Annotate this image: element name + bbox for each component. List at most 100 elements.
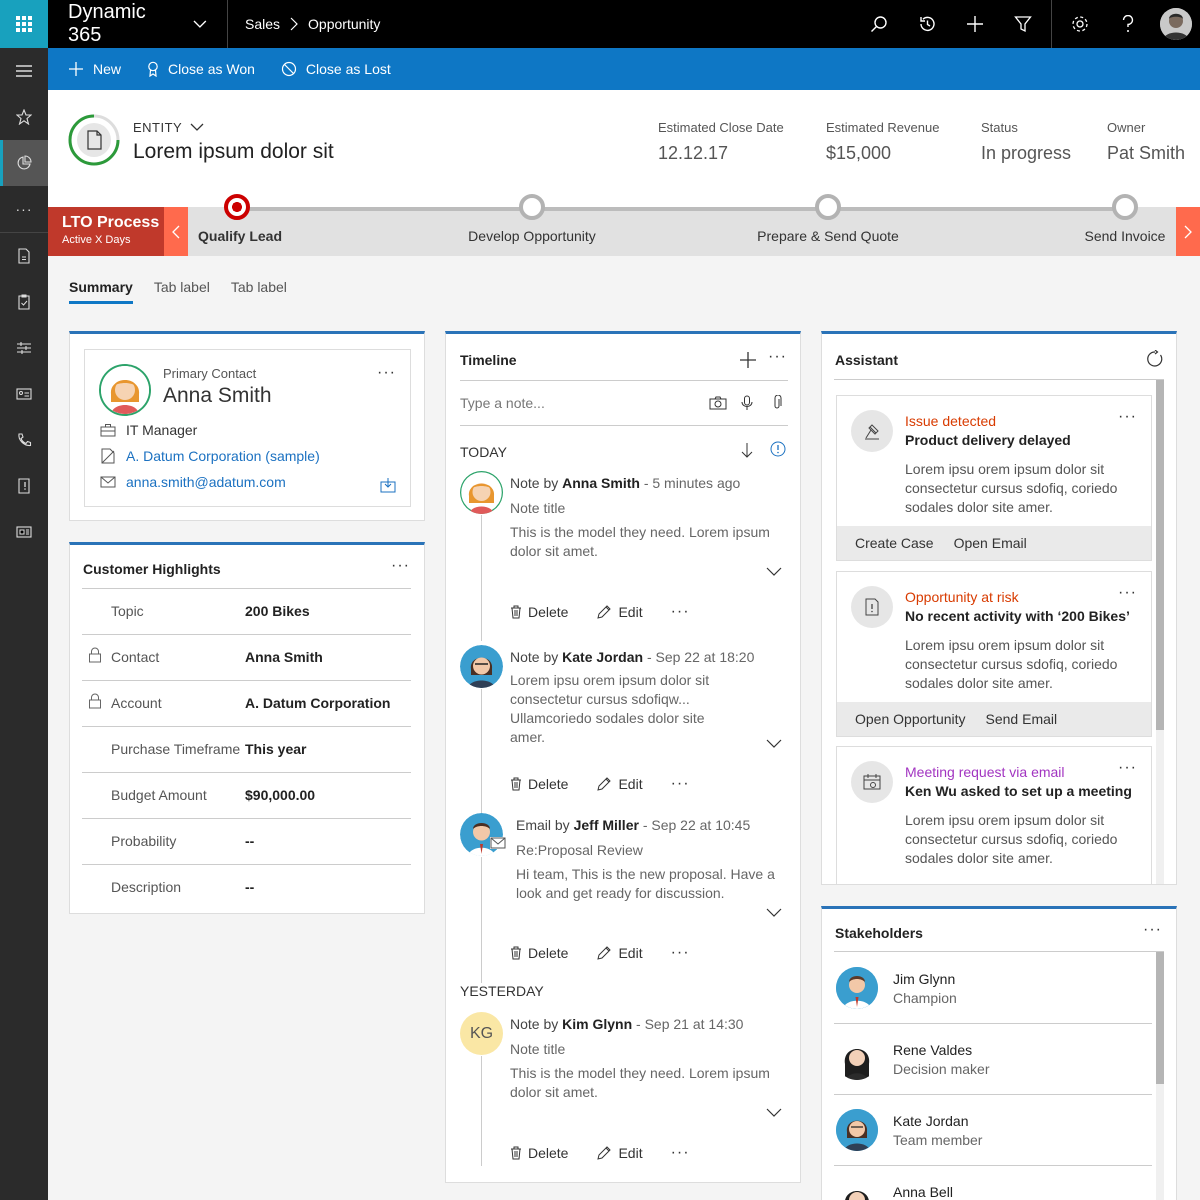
tab-summary[interactable]: Summary bbox=[69, 279, 133, 304]
add-icon[interactable] bbox=[740, 352, 756, 368]
stage-prepare-send-quote[interactable]: Prepare & Send Quote bbox=[748, 194, 908, 244]
process-next-button[interactable] bbox=[1176, 207, 1200, 256]
nav-favorites[interactable] bbox=[0, 94, 48, 140]
stakeholder-row[interactable]: Kate Jordan Team member bbox=[834, 1095, 1152, 1166]
settings-button[interactable] bbox=[1056, 0, 1104, 48]
scrollbar-thumb[interactable] bbox=[1156, 952, 1164, 1084]
more-options-button[interactable]: ··· bbox=[1118, 759, 1137, 777]
insight-action-button[interactable]: Send Email bbox=[986, 711, 1058, 727]
nav-news[interactable] bbox=[0, 509, 48, 555]
entry-author[interactable]: Jeff Miller bbox=[574, 817, 639, 833]
more-options-button[interactable]: ··· bbox=[1143, 921, 1162, 939]
recent-button[interactable] bbox=[903, 0, 951, 48]
entry-author[interactable]: Kim Glynn bbox=[562, 1016, 632, 1032]
nav-menu-button[interactable] bbox=[0, 48, 48, 94]
info-icon[interactable] bbox=[770, 441, 786, 457]
search-button[interactable] bbox=[855, 0, 903, 48]
edit-button[interactable]: Edit bbox=[596, 776, 643, 792]
send-email-icon[interactable] bbox=[380, 477, 396, 493]
tab-label-2[interactable]: Tab label bbox=[231, 279, 287, 304]
tab-label-1[interactable]: Tab label bbox=[154, 279, 210, 304]
nav-more[interactable]: ··· bbox=[0, 186, 48, 232]
entity-type-selector[interactable]: ENTITY bbox=[133, 120, 204, 135]
delete-button[interactable]: Delete bbox=[510, 604, 568, 620]
process-prev-button[interactable] bbox=[164, 207, 188, 256]
more-options-button[interactable]: ··· bbox=[1118, 408, 1137, 426]
close-as-won-button[interactable]: Close as Won bbox=[147, 61, 255, 77]
more-options-button[interactable]: ··· bbox=[671, 603, 690, 621]
highlight-value[interactable]: Anna Smith bbox=[245, 649, 323, 665]
contact-name[interactable]: Anna Smith bbox=[163, 384, 272, 408]
more-options-button[interactable]: ··· bbox=[671, 775, 690, 793]
highlight-value[interactable]: 200 Bikes bbox=[245, 603, 310, 619]
avatar bbox=[836, 967, 878, 1009]
insight-action-button[interactable]: Create Case bbox=[855, 535, 934, 551]
scrollbar-thumb[interactable] bbox=[1156, 380, 1164, 730]
entry-author[interactable]: Kate Jordan bbox=[562, 649, 643, 665]
nav-tasks[interactable] bbox=[0, 279, 48, 325]
highlight-value[interactable]: -- bbox=[245, 879, 254, 895]
more-options-button[interactable]: ··· bbox=[391, 557, 410, 575]
paperclip-icon[interactable] bbox=[772, 395, 782, 411]
contact-email-link[interactable]: anna.smith@adatum.com bbox=[126, 474, 286, 490]
refresh-icon[interactable] bbox=[1146, 350, 1164, 368]
sort-down-icon[interactable] bbox=[741, 442, 753, 458]
more-options-button[interactable]: ··· bbox=[768, 348, 787, 366]
more-options-button[interactable]: ··· bbox=[1118, 584, 1137, 602]
highlight-value[interactable]: -- bbox=[245, 833, 254, 849]
filter-button[interactable] bbox=[999, 0, 1047, 48]
nav-dashboard[interactable] bbox=[0, 140, 48, 186]
nav-reports[interactable] bbox=[0, 463, 48, 509]
expand-chevron-icon[interactable] bbox=[766, 1108, 782, 1118]
breadcrumb-sales[interactable]: Sales bbox=[245, 16, 280, 32]
contact-card-icon bbox=[16, 388, 32, 400]
field-value[interactable]: Pat Smith bbox=[1107, 143, 1185, 164]
stage-label: Qualify Lead bbox=[198, 228, 283, 244]
quick-create-button[interactable] bbox=[951, 0, 999, 48]
app-title: Dynamic 365 bbox=[68, 1, 146, 46]
pie-chart-icon bbox=[17, 155, 32, 170]
nav-processes[interactable] bbox=[0, 325, 48, 371]
delete-button[interactable]: Delete bbox=[510, 1145, 568, 1161]
expand-chevron-icon[interactable] bbox=[766, 739, 782, 749]
highlight-value[interactable]: $90,000.00 bbox=[245, 787, 315, 803]
app-launcher-button[interactable] bbox=[0, 0, 48, 48]
stage-send-invoice[interactable]: Send Invoice bbox=[1078, 194, 1172, 244]
edit-button[interactable]: Edit bbox=[596, 1145, 643, 1161]
contact-company-row: A. Datum Corporation (sample) bbox=[100, 448, 320, 464]
stakeholder-row[interactable]: Rene Valdes Decision maker bbox=[834, 1024, 1152, 1095]
more-options-button[interactable]: ··· bbox=[377, 364, 396, 382]
expand-chevron-icon[interactable] bbox=[766, 908, 782, 918]
nav-contacts[interactable] bbox=[0, 371, 48, 417]
breadcrumb-opportunity[interactable]: Opportunity bbox=[308, 16, 380, 32]
highlight-key: Purchase Timeframe bbox=[111, 741, 241, 757]
help-button[interactable] bbox=[1104, 0, 1152, 48]
stage-qualify-lead[interactable]: Qualify Lead bbox=[198, 194, 283, 244]
contact-company-link[interactable]: A. Datum Corporation (sample) bbox=[126, 448, 320, 464]
stage-develop-opportunity[interactable]: Develop Opportunity bbox=[452, 194, 612, 244]
edit-button[interactable]: Edit bbox=[596, 945, 643, 961]
expand-chevron-icon[interactable] bbox=[766, 567, 782, 577]
user-profile-button[interactable] bbox=[1152, 0, 1200, 48]
nav-calls[interactable] bbox=[0, 417, 48, 463]
nav-documents[interactable] bbox=[0, 233, 48, 279]
app-switcher[interactable]: Dynamic 365 bbox=[48, 0, 228, 48]
delete-button[interactable]: Delete bbox=[510, 945, 568, 961]
microphone-icon[interactable] bbox=[741, 395, 753, 411]
more-options-button[interactable]: ··· bbox=[671, 944, 690, 962]
delete-button[interactable]: Delete bbox=[510, 776, 568, 792]
camera-icon[interactable] bbox=[709, 396, 727, 410]
edit-button[interactable]: Edit bbox=[596, 604, 643, 620]
highlight-value[interactable]: A. Datum Corporation bbox=[245, 695, 390, 711]
highlight-value[interactable]: This year bbox=[245, 741, 306, 757]
more-options-button[interactable]: ··· bbox=[671, 1144, 690, 1162]
entry-author[interactable]: Anna Smith bbox=[562, 475, 640, 491]
stakeholder-row[interactable]: Anna Bell bbox=[834, 1166, 1152, 1200]
stakeholder-row[interactable]: Jim Glynn Champion bbox=[834, 953, 1152, 1024]
new-button[interactable]: New bbox=[68, 61, 121, 77]
close-as-lost-button[interactable]: Close as Lost bbox=[281, 61, 391, 77]
note-input[interactable]: Type a note... bbox=[460, 380, 788, 426]
insight-action-button[interactable]: Open Opportunity bbox=[855, 711, 966, 727]
insight-action-button[interactable]: Open Email bbox=[954, 535, 1027, 551]
pencil-icon bbox=[597, 777, 612, 791]
